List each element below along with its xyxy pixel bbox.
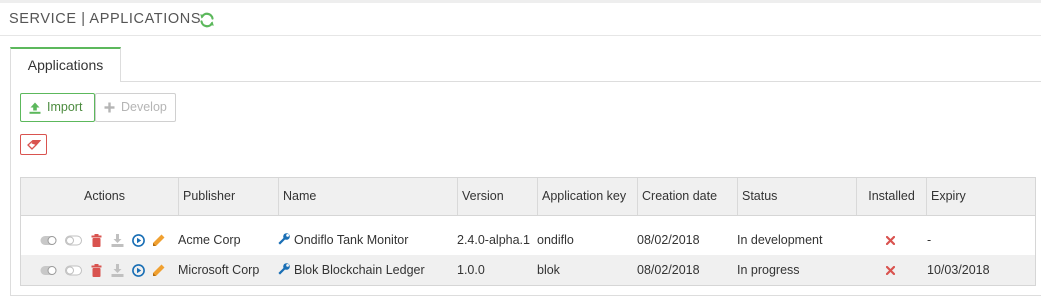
- table-row: Acme Corp Ondiflo Tank Monitor 2.4.0-alp…: [21, 225, 1035, 255]
- name-cell[interactable]: Blok Blockchain Ledger: [278, 255, 425, 285]
- created-cell: 08/02/2018: [637, 263, 700, 277]
- col-publisher[interactable]: Publisher: [178, 178, 278, 215]
- application-name: Ondiflo Tank Monitor: [294, 233, 409, 247]
- col-version[interactable]: Version: [457, 178, 537, 215]
- table-header: Actions Publisher Name Version Applicati…: [21, 178, 1035, 216]
- applications-table: Actions Publisher Name Version Applicati…: [20, 177, 1036, 286]
- key-cell: ondiflo: [537, 233, 574, 247]
- col-application-key[interactable]: Application key: [537, 178, 637, 215]
- wrench-icon: [278, 263, 290, 275]
- develop-button[interactable]: Develop: [95, 93, 176, 122]
- download-icon[interactable]: [111, 264, 124, 277]
- plus-icon: [104, 102, 115, 113]
- wrench-icon: [278, 233, 290, 245]
- toggle-on-icon[interactable]: [40, 264, 57, 277]
- publisher-cell: Acme Corp: [178, 233, 241, 247]
- develop-label: Develop: [121, 100, 167, 114]
- upload-icon: [29, 102, 41, 114]
- edit-icon[interactable]: [152, 264, 165, 277]
- page-title: SERVICE | APPLICATIONS: [9, 11, 202, 27]
- name-cell[interactable]: Ondiflo Tank Monitor: [278, 225, 408, 255]
- edit-icon[interactable]: [152, 234, 165, 247]
- tab-applications[interactable]: Applications: [10, 47, 121, 82]
- key-cell: blok: [537, 263, 560, 277]
- col-status[interactable]: Status: [737, 178, 856, 215]
- col-actions[interactable]: Actions: [21, 178, 178, 215]
- eraser-icon: [26, 139, 41, 150]
- status-cell: In development: [737, 233, 823, 247]
- play-icon[interactable]: [132, 234, 145, 247]
- import-button[interactable]: Import: [20, 93, 95, 122]
- toggle-on-icon[interactable]: [40, 234, 57, 247]
- not-installed-icon: [886, 266, 895, 275]
- toggle-off-icon[interactable]: [65, 264, 82, 277]
- clear-filters-button[interactable]: [20, 134, 47, 155]
- version-cell: 1.0.0: [457, 263, 485, 277]
- col-creation-date[interactable]: Creation date: [637, 178, 737, 215]
- tab-label: Applications: [27, 57, 104, 73]
- refresh-icon[interactable]: [199, 12, 215, 28]
- import-label: Import: [47, 100, 83, 114]
- expiry-cell: 10/03/2018: [927, 263, 990, 277]
- play-icon[interactable]: [132, 264, 145, 277]
- col-name[interactable]: Name: [278, 178, 457, 215]
- trash-icon[interactable]: [91, 264, 102, 277]
- trash-icon[interactable]: [91, 234, 102, 247]
- not-installed-icon: [886, 236, 895, 245]
- status-cell: In progress: [737, 263, 800, 277]
- toggle-off-icon[interactable]: [65, 234, 82, 247]
- created-cell: 08/02/2018: [637, 233, 700, 247]
- expiry-cell: -: [927, 233, 932, 247]
- col-installed[interactable]: Installed: [856, 178, 926, 215]
- version-cell: 2.4.0-alpha.1: [457, 233, 530, 247]
- page-header: SERVICE | APPLICATIONS: [0, 3, 1041, 36]
- table-row: Microsoft Corp Blok Blockchain Ledger 1.…: [21, 255, 1035, 285]
- application-name: Blok Blockchain Ledger: [294, 263, 425, 277]
- download-icon[interactable]: [111, 234, 124, 247]
- publisher-cell: Microsoft Corp: [178, 263, 260, 277]
- col-expiry[interactable]: Expiry: [926, 178, 1035, 215]
